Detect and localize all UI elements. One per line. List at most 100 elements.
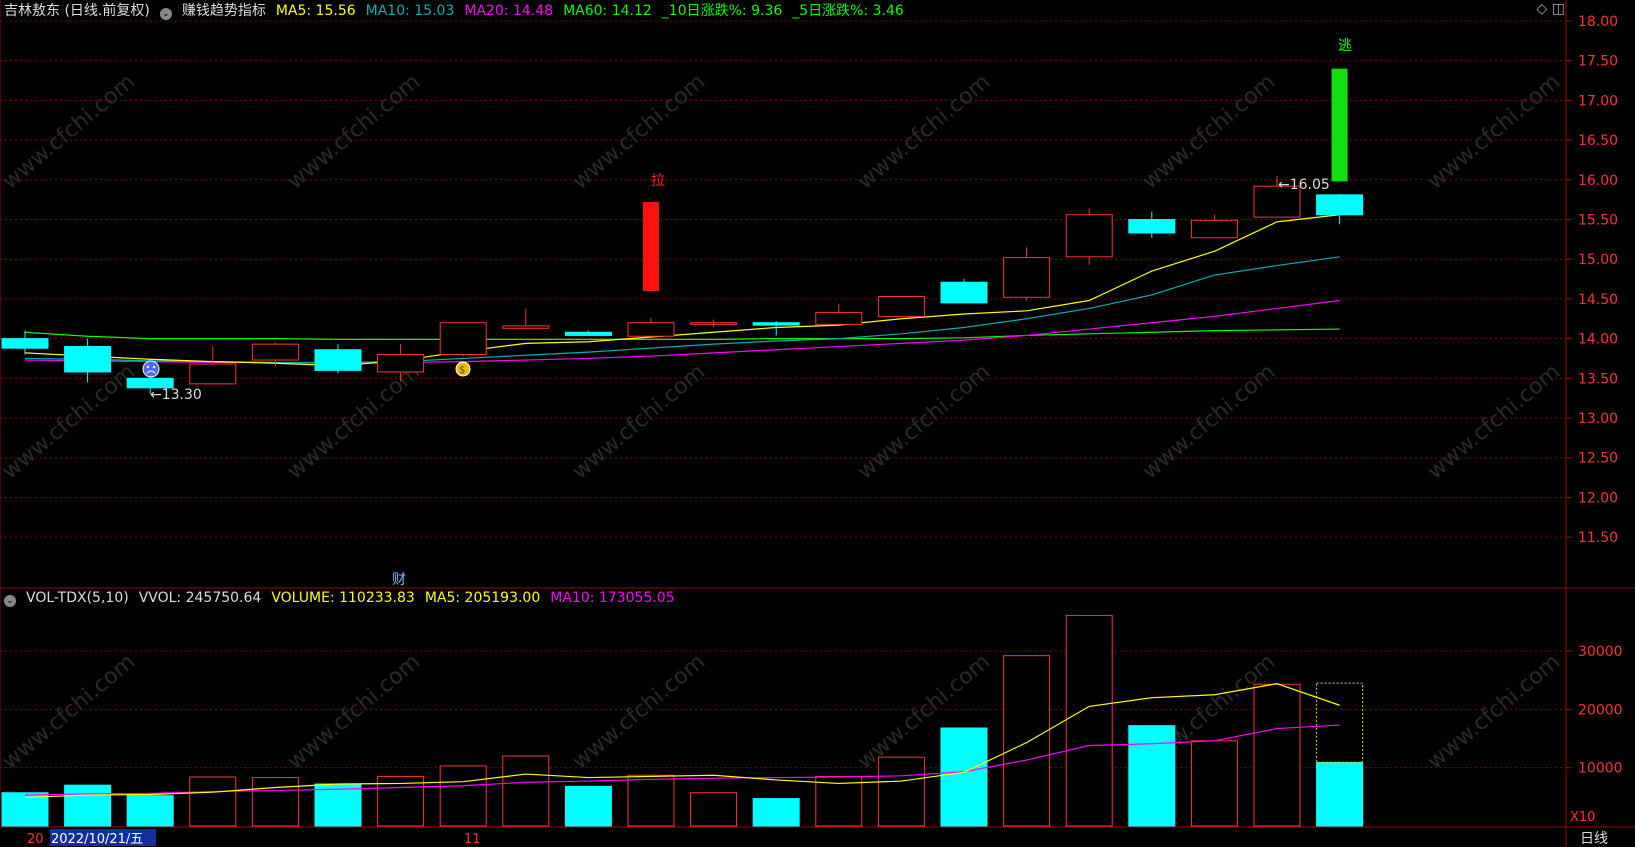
high-price-label: ←16.05 xyxy=(1278,177,1330,193)
volume-bars[interactable] xyxy=(1,614,1364,827)
volume-bar[interactable] xyxy=(752,798,800,827)
vol-unit-label: X10 xyxy=(1570,810,1595,825)
candle-body xyxy=(377,353,425,373)
candle-body xyxy=(1128,219,1176,234)
ma10-line xyxy=(24,256,1340,364)
candle[interactable] xyxy=(1,330,49,355)
candle[interactable] xyxy=(502,308,550,330)
candle[interactable] xyxy=(564,330,612,336)
window-icon[interactable]: ◫ xyxy=(1552,1,1565,17)
candle[interactable] xyxy=(877,296,925,318)
vol-toggle-icon[interactable]: ⌄ xyxy=(4,595,16,607)
candle[interactable] xyxy=(1128,211,1176,238)
volume-bar[interactable] xyxy=(314,783,362,827)
volume-bar[interactable] xyxy=(1128,725,1176,827)
volume-bar[interactable] xyxy=(627,774,675,827)
money-bag-icon[interactable]: $ xyxy=(455,361,471,377)
vol-indicator-name[interactable]: VOL-TDX(5,10) xyxy=(26,590,129,606)
volume-bar[interactable] xyxy=(1065,614,1113,827)
volume-bar[interactable] xyxy=(126,795,174,827)
candle[interactable] xyxy=(690,319,738,327)
vvol-value: VVOL: 245750.64 xyxy=(138,590,262,606)
candle-body xyxy=(1316,194,1364,216)
price-tick-label: 12.00 xyxy=(1578,490,1618,506)
watermark-text: www.cfchi.com xyxy=(853,69,995,194)
candle[interactable] xyxy=(1190,214,1238,239)
price-tick-label: 17.00 xyxy=(1578,93,1618,109)
volume-tick-label: 10000 xyxy=(1578,761,1623,777)
volume-bar[interactable] xyxy=(1190,740,1238,827)
candle-body xyxy=(1065,214,1113,258)
indicator-name[interactable]: 赚钱趋势指标 xyxy=(182,3,266,19)
candle-body xyxy=(1190,219,1238,239)
candle-body xyxy=(815,311,863,325)
volume-bar[interactable] xyxy=(439,765,487,827)
stock-title[interactable]: 吉林敖东 (日线.前复权) xyxy=(4,3,150,19)
price-tick-label: 15.50 xyxy=(1578,213,1618,229)
candle[interactable] xyxy=(439,322,487,357)
watermark-text: www.cfchi.com xyxy=(1423,359,1565,484)
ma20-value: MA20: 14.48 xyxy=(464,3,554,19)
volume-bar[interactable] xyxy=(502,755,550,827)
candle-body xyxy=(1003,257,1051,298)
chart-frame xyxy=(0,0,1635,847)
watermark-text: www.cfchi.com xyxy=(283,69,425,194)
volume-bar[interactable] xyxy=(1253,683,1301,827)
signal-bar-down xyxy=(1331,68,1348,182)
candle[interactable] xyxy=(815,303,863,326)
candle-body xyxy=(189,363,237,385)
sad-face-icon[interactable] xyxy=(142,360,160,378)
price-tick-label: 12.50 xyxy=(1578,451,1618,467)
candle[interactable] xyxy=(1065,208,1113,265)
month-label: 11 xyxy=(464,832,481,847)
ma60-value: MA60: 14.12 xyxy=(563,3,652,19)
vol-ma5-value: MA5: 205193.00 xyxy=(424,590,541,606)
candle-body xyxy=(251,343,299,361)
volume-bar[interactable] xyxy=(940,727,988,827)
candle-body xyxy=(1,338,49,349)
volume-bar[interactable] xyxy=(251,777,299,827)
volume-bar[interactable] xyxy=(1,792,49,827)
watermark-text: www.cfchi.com xyxy=(568,649,710,774)
price-tick-label: 14.50 xyxy=(1578,292,1618,308)
volume-bar[interactable] xyxy=(64,784,112,827)
vol-ma10-value: MA10: 173055.05 xyxy=(550,590,675,606)
diamond-icon[interactable]: ◇ xyxy=(1537,1,1548,17)
price-tick-label: 11.50 xyxy=(1578,530,1618,546)
escape-signal-label: 逃 xyxy=(1338,38,1352,54)
cursor-date: 2022/10/21/五 xyxy=(51,832,143,847)
period-label[interactable]: 日线 xyxy=(1580,831,1608,847)
volume-bar[interactable] xyxy=(564,785,612,827)
volume-header: ⌄ VOL-TDX(5,10) VVOL: 245750.64 VOLUME: 110… xyxy=(4,590,685,607)
volume-bar[interactable] xyxy=(1003,655,1051,827)
stock-chart[interactable]: www.cfchi.com www.cfchi.com www.cfchi.com w… xyxy=(0,0,1635,847)
candle[interactable] xyxy=(314,344,362,374)
candle-body xyxy=(564,331,612,336)
grid-lines xyxy=(0,20,1566,769)
pull-signal-label: 拉 xyxy=(651,173,665,189)
watermark-text: www.cfchi.com xyxy=(283,359,425,484)
candle-body xyxy=(314,349,362,371)
candle-body xyxy=(502,325,550,329)
candle-body xyxy=(627,322,675,337)
watermark-text: www.cfchi.com xyxy=(283,649,425,774)
volume-bar[interactable] xyxy=(877,756,925,827)
volume-tick-label: 30000 xyxy=(1578,644,1623,660)
candle[interactable] xyxy=(627,317,675,337)
volume-bar[interactable] xyxy=(189,776,237,827)
candle[interactable] xyxy=(1003,247,1051,301)
indicator-toggle-icon[interactable]: ⌄ xyxy=(159,8,172,20)
price-tick-label: 18.00 xyxy=(1578,14,1618,30)
watermark-text: www.cfchi.com xyxy=(568,69,710,194)
watermark-text: www.cfchi.com xyxy=(0,649,140,774)
volume-tick-label: 20000 xyxy=(1578,702,1623,718)
price-tick-label: 17.50 xyxy=(1578,54,1618,70)
price-axis: 11.50 12.00 12.50 13.00 13.50 14.00 14.50 15.00… xyxy=(1566,14,1618,546)
volume-bar[interactable] xyxy=(1316,761,1364,827)
candle[interactable] xyxy=(940,279,988,304)
volume-bar[interactable] xyxy=(690,792,738,827)
change-5d: _5日涨跌%: 3.46 xyxy=(792,3,904,19)
price-tick-label: 13.50 xyxy=(1578,371,1618,387)
finance-marker[interactable]: 财 xyxy=(392,572,406,588)
candle[interactable] xyxy=(189,346,237,385)
